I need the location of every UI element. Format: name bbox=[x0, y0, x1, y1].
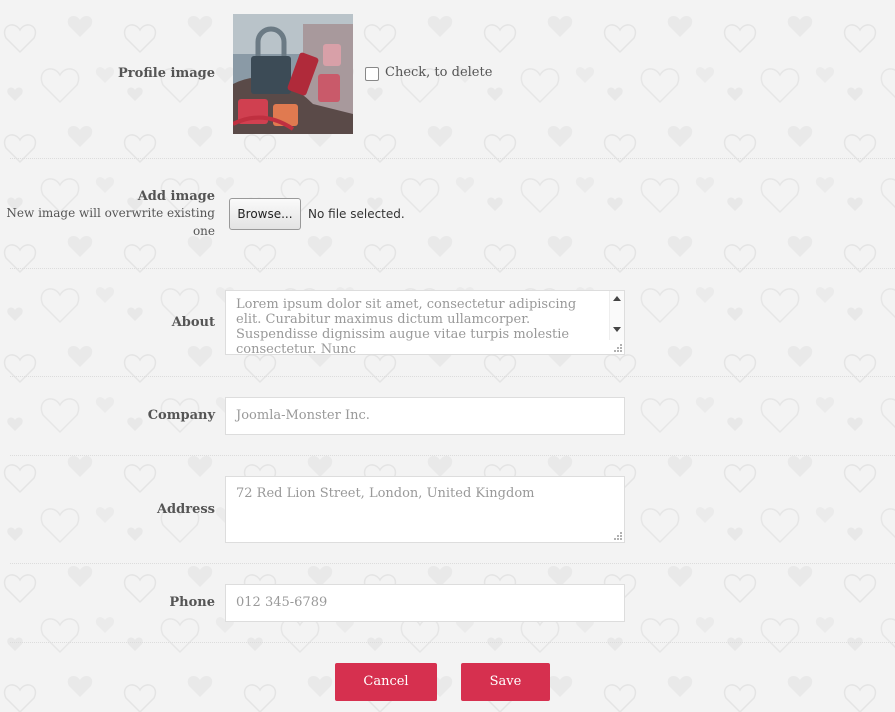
row-divider bbox=[10, 642, 895, 643]
address-label: Address bbox=[156, 502, 215, 517]
phone-label: Phone bbox=[169, 595, 215, 610]
about-scrollbar[interactable] bbox=[609, 291, 624, 340]
resize-grip-icon[interactable] bbox=[613, 343, 623, 353]
padlock-photo bbox=[233, 14, 353, 134]
scroll-up-icon[interactable] bbox=[613, 296, 621, 301]
browse-button[interactable]: Browse... bbox=[229, 198, 301, 230]
add-image-label: Add image bbox=[137, 189, 215, 204]
add-image-hint: New image will overwrite existing one bbox=[6, 206, 215, 238]
delete-image-checkbox-label: Check, to delete bbox=[385, 65, 493, 80]
profile-image-label: Profile image bbox=[118, 66, 215, 81]
row-divider bbox=[10, 455, 895, 456]
delete-image-checkbox[interactable] bbox=[365, 67, 379, 81]
file-status-text: No file selected. bbox=[308, 207, 405, 221]
company-placeholder: Joomla-Monster Inc. bbox=[236, 408, 370, 423]
resize-grip-icon[interactable] bbox=[613, 531, 623, 541]
company-label: Company bbox=[147, 408, 215, 423]
cancel-button[interactable]: Cancel bbox=[335, 663, 437, 701]
about-textarea[interactable]: Lorem ipsum dolor sit amet, consectetur … bbox=[225, 290, 625, 355]
address-placeholder: 72 Red Lion Street, London, United Kingd… bbox=[236, 486, 535, 501]
about-text: Lorem ipsum dolor sit amet, consectetur … bbox=[236, 297, 577, 355]
address-textarea[interactable]: 72 Red Lion Street, London, United Kingd… bbox=[225, 476, 625, 543]
row-divider bbox=[10, 268, 895, 269]
about-label: About bbox=[171, 315, 215, 330]
row-divider bbox=[10, 158, 895, 159]
row-divider bbox=[10, 563, 895, 564]
scroll-down-icon[interactable] bbox=[613, 327, 621, 332]
phone-placeholder: 012 345-6789 bbox=[236, 595, 328, 610]
row-divider bbox=[10, 376, 895, 377]
company-input[interactable]: Joomla-Monster Inc. bbox=[225, 397, 625, 435]
phone-input[interactable]: 012 345-6789 bbox=[225, 584, 625, 622]
profile-image bbox=[233, 14, 353, 134]
save-button[interactable]: Save bbox=[461, 663, 550, 701]
